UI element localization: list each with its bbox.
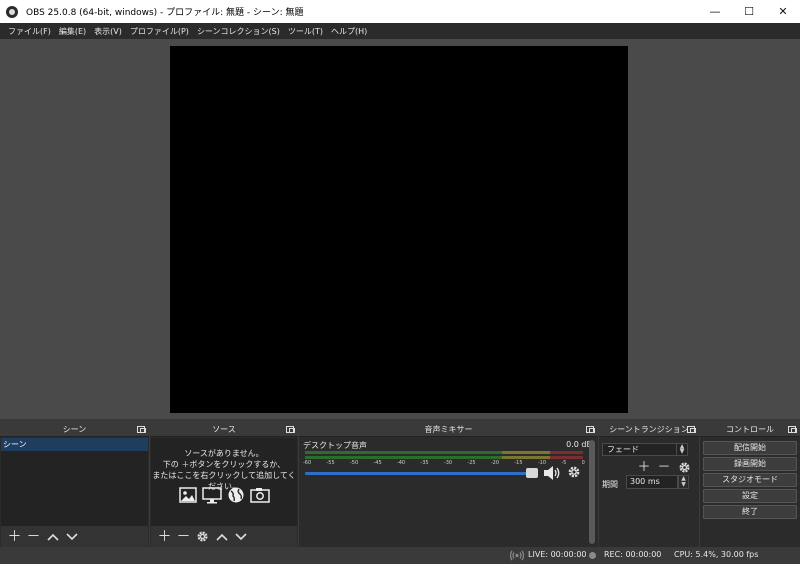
cpu-status: CPU: 5.4%, 30.00 fps <box>674 550 759 559</box>
broadcast-icon <box>510 550 524 561</box>
controls-dock-header: コントロール <box>700 423 800 437</box>
audio-mixer-dock-title: 音声ミキサー <box>424 425 473 434</box>
window-title: OBS 25.0.8 (64-bit, windows) - プロファイル: 無… <box>26 8 304 18</box>
settings-button[interactable]: 設定 <box>703 489 797 503</box>
audio-mixer-dock: 音声ミキサー デスクトップ音声 0.0 dB -60 -55 -50 -45 -… <box>299 423 598 547</box>
scene-transitions-dock-title: シーントランジション <box>609 425 689 434</box>
menu-tools[interactable]: ツール(T) <box>284 26 327 37</box>
menu-file[interactable]: ファイル(F) <box>4 26 55 37</box>
transition-select[interactable]: フェード ▲ ▼ <box>602 443 688 456</box>
remove-icon[interactable]: － <box>174 527 193 546</box>
exit-button[interactable]: 終了 <box>703 505 797 519</box>
studio-mode-button[interactable]: スタジオモード <box>703 473 797 487</box>
mixer-channel: デスクトップ音声 0.0 dB -60 -55 -50 -45 -40 -35 … <box>300 438 597 547</box>
start-recording-button[interactable]: 録画開始 <box>703 457 797 471</box>
undock-icon[interactable] <box>286 426 295 433</box>
move-up-icon[interactable] <box>212 527 231 546</box>
volume-meter-right <box>305 456 583 459</box>
duration-input[interactable]: 300 ms <box>626 475 678 489</box>
source-type-icons <box>151 486 297 504</box>
close-button[interactable]: ✕ <box>766 0 800 23</box>
sources-dock-header: ソース <box>150 423 298 437</box>
mixer-scrollbar[interactable] <box>589 440 595 544</box>
sources-list[interactable]: ソースがありません。 下の ＋ボタンをクリックするか、 またはここを右クリックし… <box>151 438 297 547</box>
undock-icon[interactable] <box>788 426 797 433</box>
menu-edit[interactable]: 編集(E) <box>55 26 90 37</box>
menu-scene-collection[interactable]: シーンコレクション(S) <box>193 26 284 37</box>
live-status: LIVE: 00:00:00 <box>528 550 587 559</box>
move-down-icon[interactable] <box>62 527 81 546</box>
display-capture-icon <box>202 487 222 504</box>
audio-mixer-dock-header: 音声ミキサー <box>299 423 598 437</box>
scenes-dock-title: シーン <box>62 425 87 434</box>
gear-icon[interactable] <box>567 465 581 479</box>
volume-slider-track[interactable] <box>305 472 537 475</box>
preview-area <box>0 39 800 419</box>
remove-icon[interactable]: － <box>24 527 43 546</box>
move-up-icon[interactable] <box>43 527 62 546</box>
add-icon[interactable]: ＋ <box>636 460 652 474</box>
scenes-list[interactable]: シーン ＋ － <box>1 438 148 547</box>
scenes-toolbar: ＋ － <box>1 526 148 547</box>
menu-view[interactable]: 表示(V) <box>90 26 126 37</box>
add-icon[interactable]: ＋ <box>155 527 174 546</box>
browser-globe-icon <box>228 487 244 503</box>
chevron-updown-icon: ▲ ▼ <box>676 444 687 455</box>
undock-icon[interactable] <box>137 426 146 433</box>
undock-icon[interactable] <box>586 426 595 433</box>
menu-profile[interactable]: プロファイル(P) <box>126 26 193 37</box>
transitions-body: フェード ▲ ▼ ＋ － 期間 300 ms ▲ ▼ <box>600 438 698 547</box>
add-icon[interactable]: ＋ <box>5 527 24 546</box>
sources-toolbar: ＋ － <box>151 526 297 547</box>
scenes-dock: シーン シーン ＋ － <box>0 423 149 547</box>
volume-meter-left <box>305 451 583 454</box>
sources-dock: ソース ソースがありません。 下の ＋ボタンをクリックするか、 またはここを右ク… <box>150 423 298 547</box>
start-streaming-button[interactable]: 配信開始 <box>703 441 797 455</box>
obs-logo-icon <box>6 5 18 18</box>
undock-icon[interactable] <box>687 426 696 433</box>
volume-slider-handle[interactable] <box>526 468 538 478</box>
title-bar: OBS 25.0.8 (64-bit, windows) - プロファイル: 無… <box>0 0 800 23</box>
remove-icon[interactable]: － <box>656 460 672 474</box>
record-dot-icon <box>589 552 596 559</box>
image-icon <box>179 487 197 503</box>
scenes-dock-header: シーン <box>0 423 149 437</box>
controls-body: 配信開始 録画開始 スタジオモード 設定 終了 <box>701 438 799 547</box>
preview-canvas[interactable] <box>170 46 628 413</box>
maximize-button[interactable]: ☐ <box>732 0 766 23</box>
transition-select-value: フェード <box>607 445 639 454</box>
move-down-icon[interactable] <box>231 527 250 546</box>
duration-label: 期間 <box>602 480 618 489</box>
menu-bar: ファイル(F) 編集(E) 表示(V) プロファイル(P) シーンコレクション(… <box>0 23 800 39</box>
status-bar: LIVE: 00:00:00 REC: 00:00:00 CPU: 5.4%, … <box>0 547 800 564</box>
gear-icon[interactable] <box>676 460 692 474</box>
list-item[interactable]: シーン <box>1 438 148 451</box>
duration-spinner[interactable]: ▲ ▼ <box>678 475 689 489</box>
channel-name: デスクトップ音声 <box>303 441 367 450</box>
sources-dock-title: ソース <box>212 425 236 434</box>
menu-help[interactable]: ヘルプ(H) <box>327 26 371 37</box>
camera-icon <box>250 488 270 503</box>
controls-dock-title: コントロール <box>726 425 774 434</box>
speaker-icon[interactable] <box>543 465 561 481</box>
scene-transitions-dock-header: シーントランジション <box>599 423 699 437</box>
scene-transitions-dock: シーントランジション フェード ▲ ▼ ＋ － 期間 300 ms ▲ ▼ <box>599 423 699 547</box>
minimize-button[interactable]: — <box>698 0 732 23</box>
controls-dock: コントロール 配信開始 録画開始 スタジオモード 設定 終了 <box>700 423 800 547</box>
gear-icon[interactable] <box>193 527 212 546</box>
rec-status: REC: 00:00:00 <box>604 550 662 559</box>
